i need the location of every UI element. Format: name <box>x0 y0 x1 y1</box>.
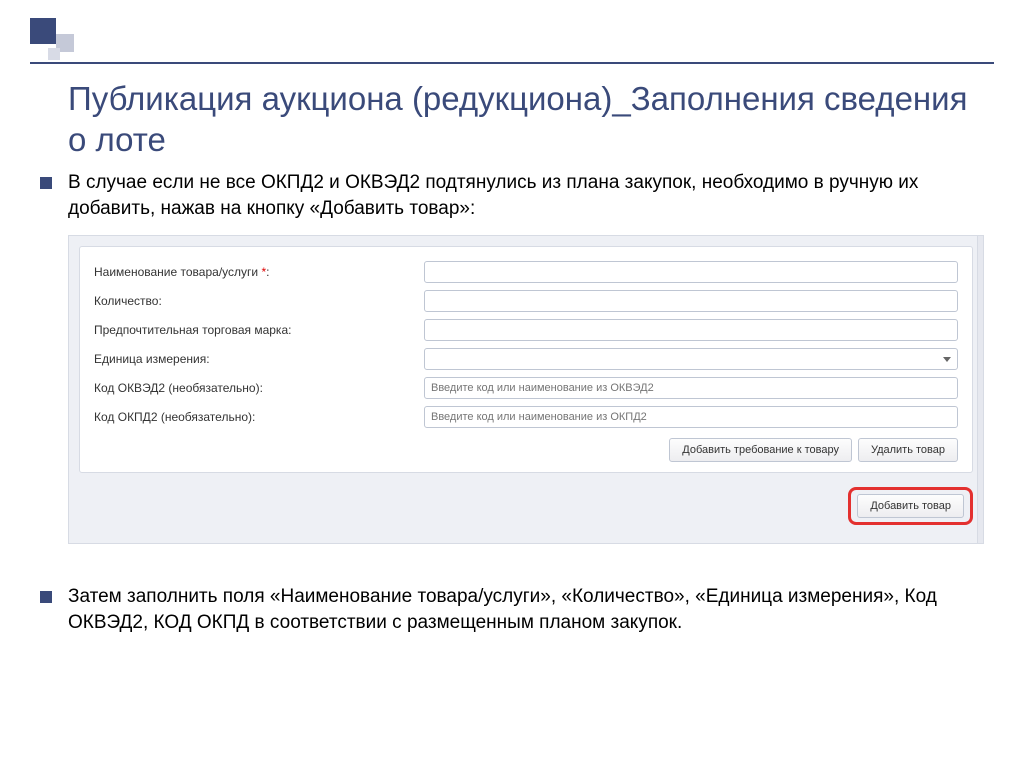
label-quantity: Количество: <box>94 294 424 308</box>
square-bullet-icon <box>40 591 52 603</box>
row-okved: Код ОКВЭД2 (необязательно): <box>94 377 958 399</box>
square-bullet-icon <box>40 177 52 189</box>
input-okved[interactable] <box>424 377 958 399</box>
input-brand[interactable] <box>424 319 958 341</box>
add-product-button[interactable]: Добавить товар <box>857 494 964 518</box>
label-brand: Предпочтительная торговая марка: <box>94 323 424 337</box>
input-name[interactable] <box>424 261 958 283</box>
label-unit: Единица измерения: <box>94 352 424 366</box>
delete-product-button[interactable]: Удалить товар <box>858 438 958 462</box>
highlight-annotation: Добавить товар <box>848 487 973 525</box>
bullet-2: Затем заполнить поля «Наименование товар… <box>68 584 984 635</box>
slide: Публикация аукциона (редукциона)_Заполне… <box>0 0 1024 768</box>
row-quantity: Количество: <box>94 290 958 312</box>
row-okpd: Код ОКПД2 (необязательно): <box>94 406 958 428</box>
required-asterisk: * <box>261 265 266 279</box>
bullet-1-text: В случае если не все ОКПД2 и ОКВЭД2 подт… <box>68 170 984 221</box>
row-brand: Предпочтительная торговая марка: <box>94 319 958 341</box>
slide-title: Публикация аукциона (редукциона)_Заполне… <box>68 78 984 161</box>
scrollbar-strip <box>977 236 983 543</box>
bullet-2-text: Затем заполнить поля «Наименование товар… <box>68 584 984 635</box>
slide-body: В случае если не все ОКПД2 и ОКВЭД2 подт… <box>68 170 984 650</box>
label-okpd: Код ОКПД2 (необязательно): <box>94 410 424 424</box>
form-screenshot: Наименование товара/услуги *: Количество… <box>68 235 984 544</box>
decorative-squares <box>30 18 74 62</box>
label-name: Наименование товара/услуги *: <box>94 265 424 279</box>
input-okpd[interactable] <box>424 406 958 428</box>
label-okved: Код ОКВЭД2 (необязательно): <box>94 381 424 395</box>
outer-action-bar: Добавить товар <box>79 487 973 525</box>
product-form-panel: Наименование товара/услуги *: Количество… <box>79 246 973 473</box>
select-unit[interactable] <box>424 348 958 370</box>
row-unit: Единица измерения: <box>94 348 958 370</box>
row-name: Наименование товара/услуги *: <box>94 261 958 283</box>
add-requirement-button[interactable]: Добавить требование к товару <box>669 438 852 462</box>
inner-action-bar: Добавить требование к товару Удалить тов… <box>94 438 958 462</box>
bullet-1: В случае если не все ОКПД2 и ОКВЭД2 подт… <box>68 170 984 221</box>
title-underline <box>30 62 994 64</box>
input-quantity[interactable] <box>424 290 958 312</box>
